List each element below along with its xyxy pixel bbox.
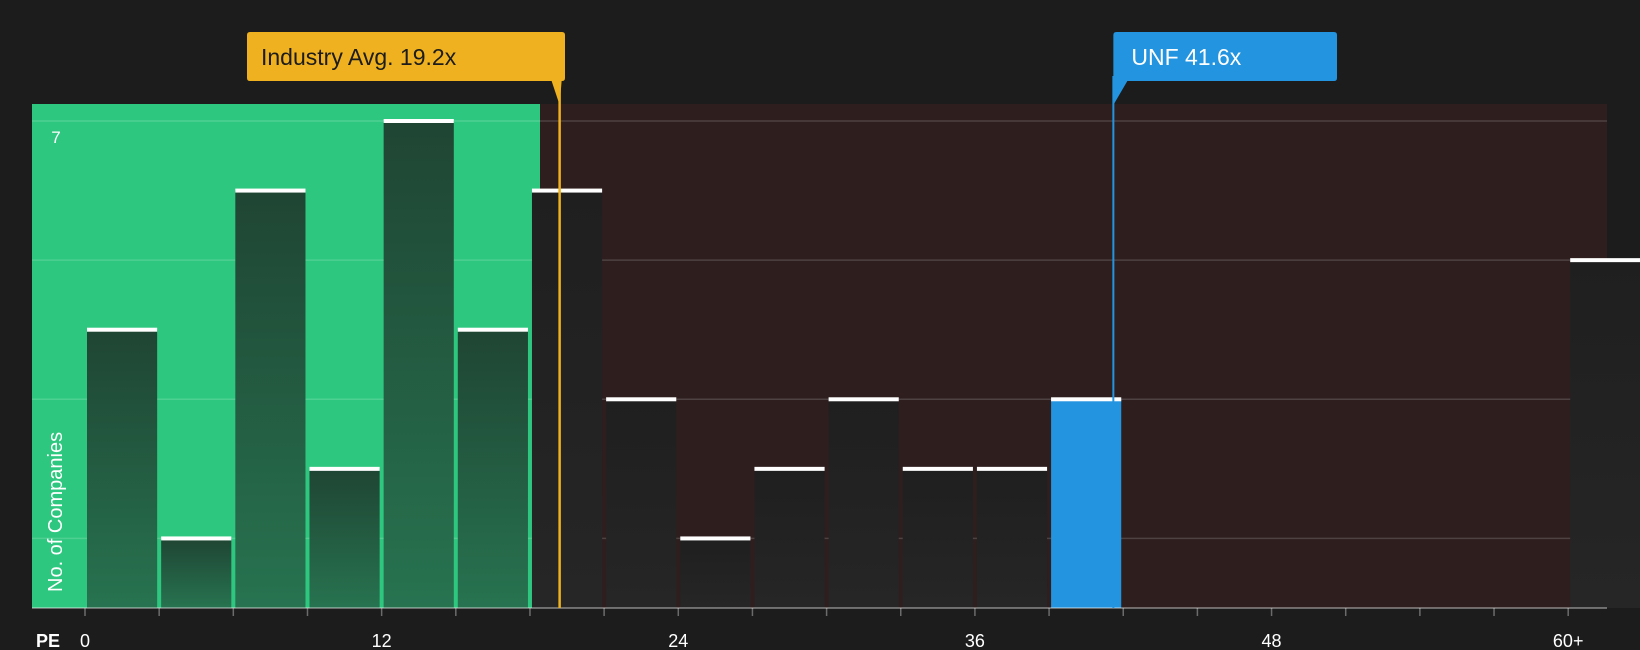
histogram-bar xyxy=(457,329,528,608)
chart-svg: 7 No. of Companies PE 0 12 24 36 48 60+ Indus… xyxy=(32,32,1640,650)
company-pe-label: UNF 41.6x xyxy=(1131,44,1241,70)
industry-avg-label: Industry Avg. 19.2x xyxy=(261,44,457,70)
histogram-bar xyxy=(976,468,1048,608)
histogram-bar xyxy=(161,538,232,608)
bar-cap xyxy=(1570,258,1640,263)
bar-cap xyxy=(754,466,825,471)
bar-cap xyxy=(87,327,158,332)
histogram-bar xyxy=(606,399,677,608)
x-tick-label: 48 xyxy=(1262,631,1282,650)
bar-cap xyxy=(1051,397,1122,402)
company-bar xyxy=(1051,399,1122,608)
bar-cap xyxy=(161,536,232,541)
histogram-bar xyxy=(309,468,380,608)
bar-cap xyxy=(383,119,454,123)
x-tick-label: 24 xyxy=(668,631,688,650)
histogram-bar xyxy=(680,538,751,608)
bar-cap xyxy=(235,188,306,193)
histogram-bar xyxy=(383,121,454,608)
x-tick-label: 36 xyxy=(965,631,985,650)
y-axis-label: No. of Companies xyxy=(45,432,67,592)
bar-cap xyxy=(828,397,899,402)
x-tick-label: 12 xyxy=(372,631,392,650)
bar-cap xyxy=(680,536,751,541)
histogram-bar xyxy=(828,399,899,608)
histogram-bar xyxy=(235,190,306,609)
x-tick-label: 60+ xyxy=(1553,631,1584,650)
bar-cap xyxy=(531,188,603,193)
histogram-bar xyxy=(902,468,973,608)
histogram-bar xyxy=(531,190,603,609)
x-tick-label: 0 xyxy=(80,631,90,650)
bar-cap xyxy=(976,466,1048,471)
bar-cap xyxy=(606,397,677,402)
bar-cap xyxy=(309,466,380,471)
pe-distribution-chart: 7 No. of Companies PE 0 12 24 36 48 60+ Indus… xyxy=(0,0,1640,650)
x-axis xyxy=(32,607,1607,616)
histogram-bar xyxy=(87,329,158,608)
x-axis-label: PE xyxy=(36,631,60,650)
bar-cap xyxy=(902,466,973,471)
x-tick-labels: 0 12 24 36 48 60+ xyxy=(80,631,1583,650)
histogram-bar xyxy=(754,468,825,608)
y-tick-label: 7 xyxy=(51,128,60,147)
histogram-bar xyxy=(1570,260,1640,608)
bar-cap xyxy=(457,327,528,332)
